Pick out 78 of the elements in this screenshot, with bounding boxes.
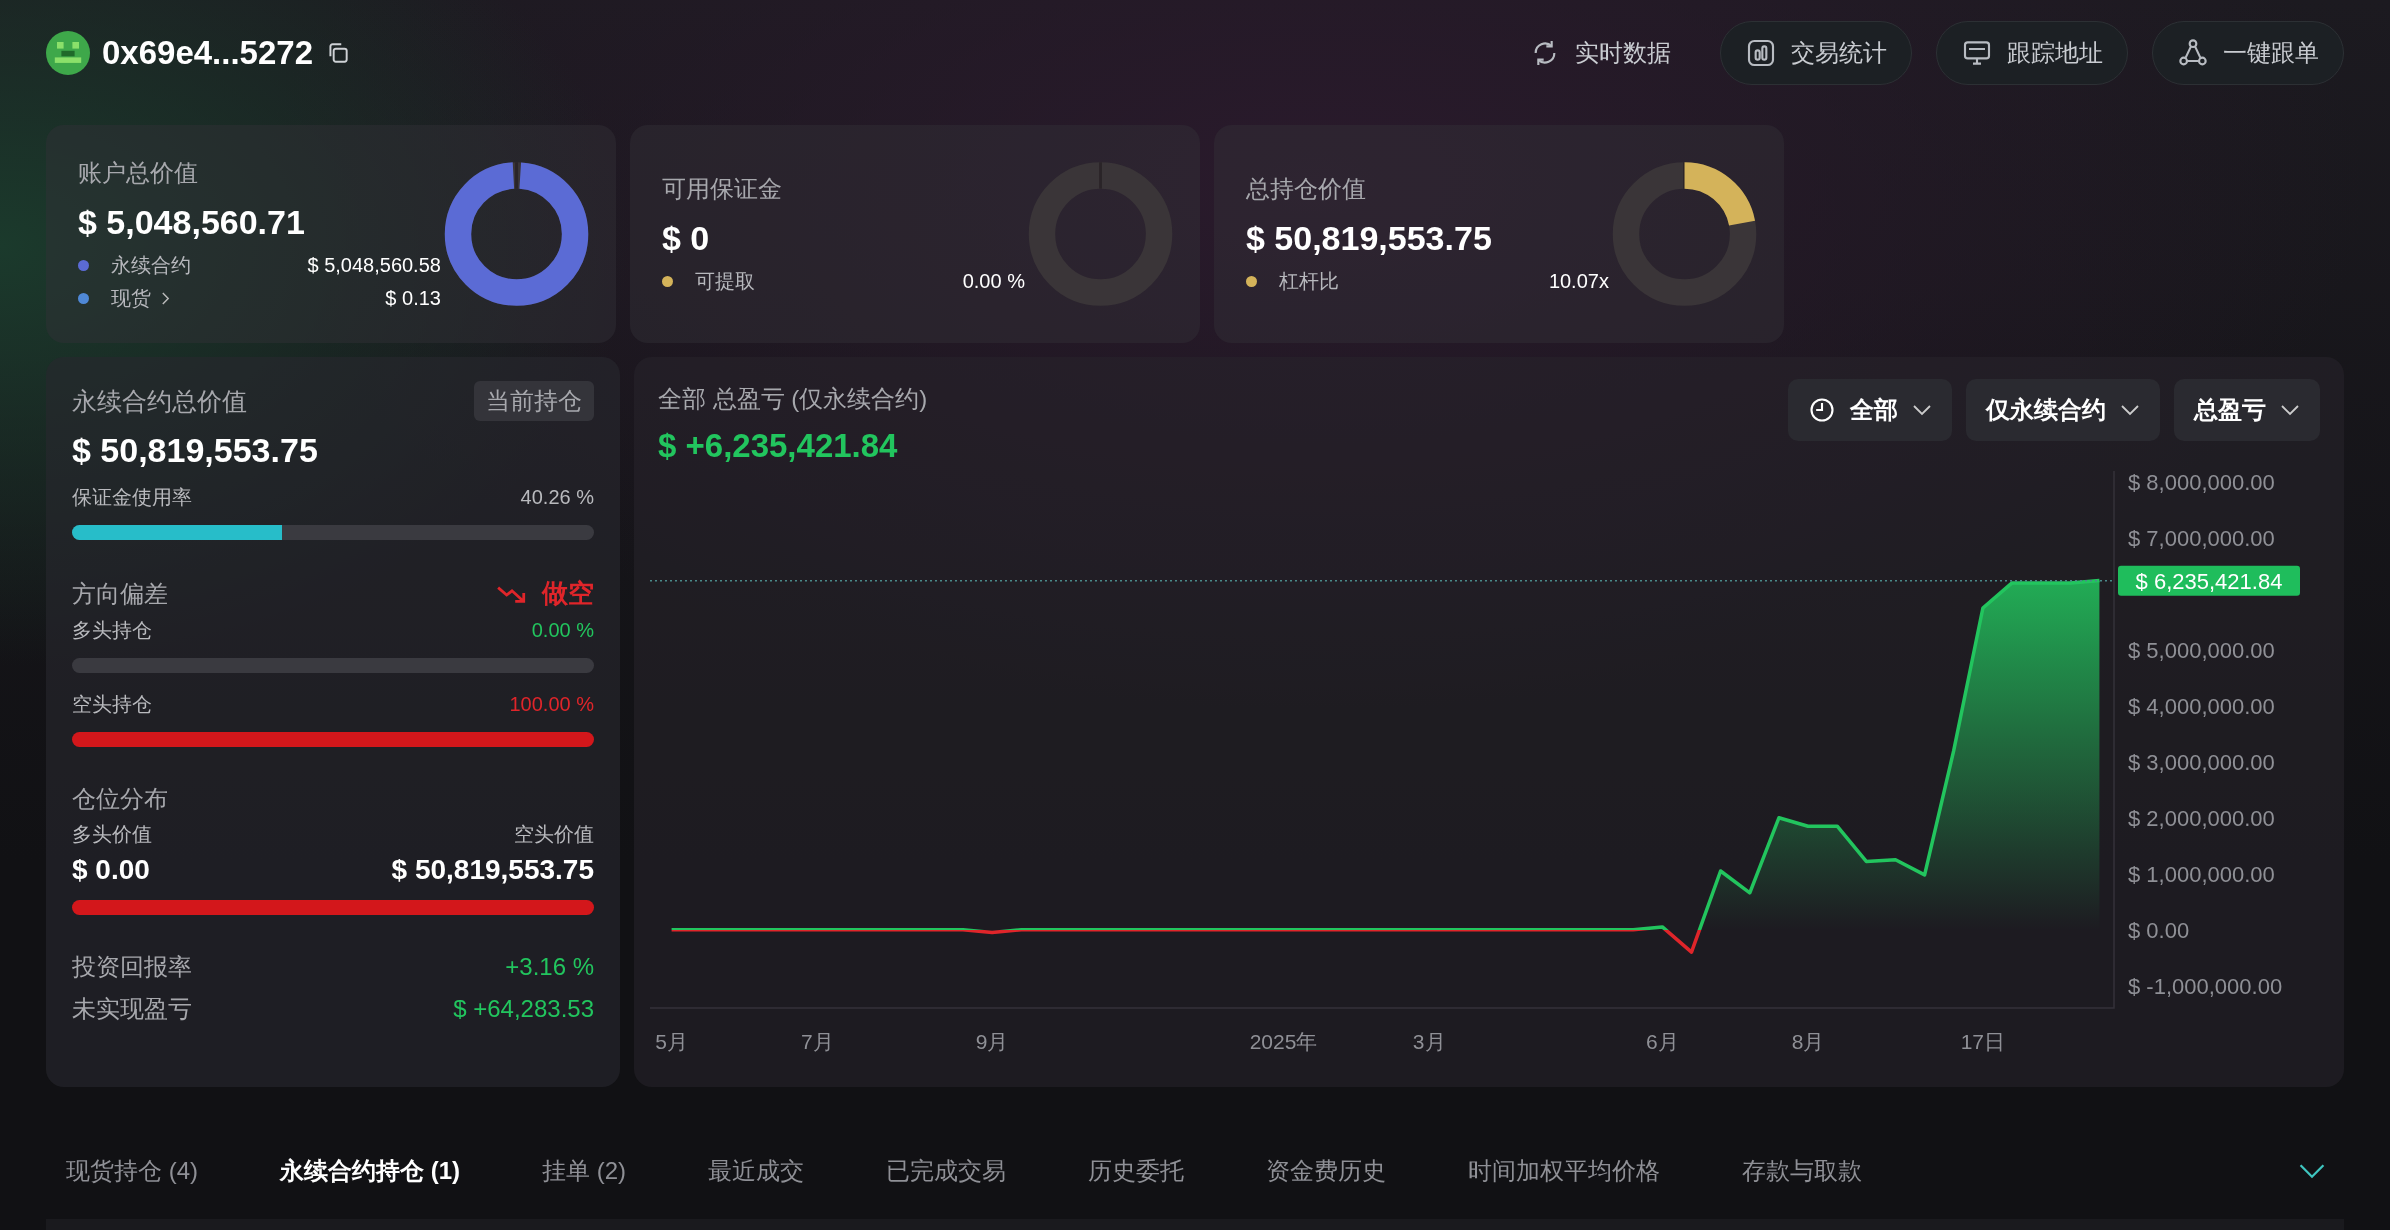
position-badge: 当前持仓: [474, 381, 594, 421]
y-axis-label: $ 1,000,000.00: [2128, 861, 2275, 887]
y-axis-label: $ 4,000,000.00: [2128, 693, 2275, 719]
card-value: $ 5,048,560.71: [78, 202, 306, 242]
chart-title: 全部 总盈亏 (仅永续合约): [658, 384, 928, 414]
filter-dropdown[interactable]: 全部: [1788, 379, 1952, 441]
legend-label: 现货: [111, 285, 151, 311]
card-value: $ 0: [662, 219, 711, 258]
chevron-down-icon[interactable]: [2298, 1163, 2326, 1179]
x-axis-label: 17日: [1960, 1030, 2006, 1053]
x-axis-label: 8月: [1791, 1030, 1825, 1053]
metric-label: 空头持仓: [72, 692, 152, 717]
filter-dropdown[interactable]: 仅永续合约: [1966, 379, 2160, 441]
x-axis-label: 9月: [975, 1030, 1009, 1053]
tab[interactable]: 时间加权平均价格: [1444, 1155, 1684, 1187]
card-title: 账户总价值: [78, 157, 199, 188]
tab[interactable]: 历史委托: [1064, 1155, 1208, 1187]
metric-label: 多头价值: [72, 822, 152, 847]
wallet-address: 0x69e4...5272: [102, 33, 314, 72]
y-axis-label: $ 5,000,000.00: [2128, 638, 2275, 663]
long-value: $ 0.00: [72, 854, 150, 886]
metric-label: 保证金使用率: [72, 485, 192, 510]
chevron-down-icon: [2280, 404, 2300, 416]
tab[interactable]: 最近成交: [684, 1155, 828, 1187]
header-button[interactable]: 实时数据: [1504, 20, 1696, 85]
current-value-badge: $ 6,235,421.84: [2118, 565, 2300, 596]
tab[interactable]: 挂单 (2): [518, 1155, 650, 1187]
section-label: 方向偏差: [72, 578, 168, 609]
x-axis-label: 2025年: [1249, 1030, 1318, 1053]
perp-value: $ 50,819,553.75: [72, 431, 319, 470]
unrealized-pnl-value: $ +64,283.53: [453, 995, 594, 1023]
metric-reading: 100.00 %: [509, 693, 594, 716]
tab[interactable]: 现货持仓 (4): [66, 1155, 222, 1187]
short-value: $ 50,819,553.75: [391, 854, 594, 886]
card-title: 可用保证金: [662, 174, 783, 204]
metric-label: 未实现盈亏: [72, 994, 192, 1024]
y-axis-label: $ 8,000,000.00: [2128, 470, 2275, 496]
x-axis-label: 7月: [800, 1030, 834, 1053]
legend-value: 0.00 %: [962, 270, 1025, 293]
total-pnl-value: $ +6,235,421.84: [658, 427, 899, 465]
chevron-down-icon: [1912, 404, 1932, 416]
legend-label: 永续合约: [111, 252, 191, 278]
metric-label: 空头价值: [514, 822, 594, 847]
y-axis-label: $ 0.00: [2128, 917, 2190, 943]
clock-icon: [1808, 396, 1836, 424]
header-button[interactable]: 交易统计: [1720, 20, 1912, 85]
legend-label: 可提取: [695, 269, 755, 294]
y-axis-label: $ 3,000,000.00: [2128, 749, 2275, 775]
bias-label: 做空: [542, 577, 594, 610]
header-button[interactable]: 跟踪地址: [1936, 20, 2128, 85]
x-axis-label: 5月: [655, 1030, 688, 1053]
y-axis-label: $ -1,000,000.00: [2128, 973, 2283, 999]
legend-label: 杠杆比: [1279, 269, 1339, 294]
metric-reading: 40.26 %: [520, 486, 594, 509]
chevron-down-icon: [2120, 404, 2140, 416]
header-button[interactable]: 一键跟单: [2152, 20, 2344, 85]
card-value: $ 50,819,553.75: [1246, 219, 1493, 258]
tab[interactable]: 永续合约持仓 (1): [256, 1155, 484, 1187]
x-axis-label: 6月: [1646, 1030, 1679, 1053]
chevron-right-icon[interactable]: [161, 290, 170, 306]
avatar-icon: [46, 30, 90, 75]
y-axis-label: $ 7,000,000.00: [2128, 526, 2275, 552]
y-axis-label: $ 2,000,000.00: [2128, 805, 2275, 831]
legend-value: $ 5,048,560.58: [307, 253, 441, 277]
metric-label: 多头持仓: [72, 618, 152, 643]
tab[interactable]: 存款与取款: [1718, 1155, 1886, 1187]
legend-value: 10.07x: [1548, 270, 1609, 293]
metric-reading: 0.00 %: [531, 619, 594, 642]
x-axis-label: 3月: [1412, 1030, 1446, 1053]
panel-title: 永续合约总价值: [72, 385, 247, 417]
tab[interactable]: 已完成交易: [862, 1155, 1030, 1187]
section-label: 仓位分布: [72, 784, 169, 814]
roi-value: +3.16 %: [505, 953, 594, 981]
metric-label: 投资回报率: [72, 952, 192, 982]
legend-value: $ 0.13: [385, 286, 441, 310]
filter-dropdown[interactable]: 总盈亏: [2174, 379, 2320, 441]
card-title: 总持仓价值: [1246, 174, 1367, 204]
tab[interactable]: 资金费历史: [1242, 1155, 1410, 1187]
